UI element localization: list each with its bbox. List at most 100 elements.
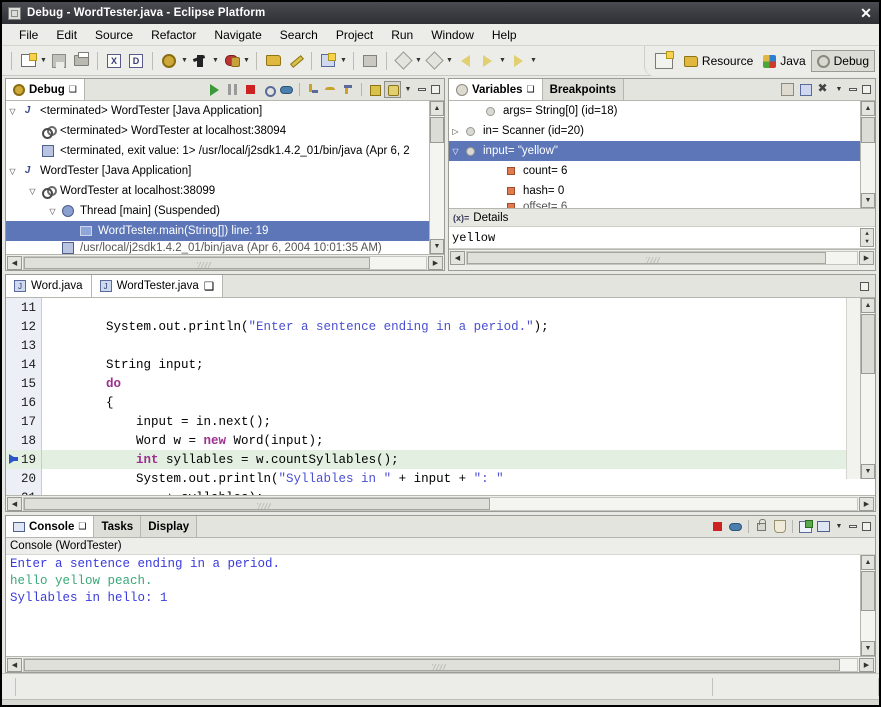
menu-project[interactable]: Project: [327, 26, 382, 44]
scroll-track[interactable]: [430, 116, 444, 239]
console-output[interactable]: Enter a sentence ending in a period. hel…: [6, 555, 875, 656]
tab-debug[interactable]: Debug ❑: [6, 79, 85, 100]
table-row[interactable]: Thread [main] (Suspended): [6, 201, 444, 221]
menu-navigate[interactable]: Navigate: [205, 26, 270, 44]
window-system-icon[interactable]: [8, 6, 21, 20]
scroll-thumb[interactable]: [467, 251, 826, 264]
editor-vertical-scrollbar[interactable]: ▲ ▼: [860, 298, 875, 479]
open-perspective-icon[interactable]: [654, 51, 674, 69]
search-icon[interactable]: [359, 50, 381, 72]
perspective-resource[interactable]: Resource: [679, 50, 758, 72]
table-row[interactable]: <terminated, exit value: 1> /usr/local/j…: [6, 141, 444, 161]
new-java-class-dropdown-icon[interactable]: [339, 50, 348, 72]
menu-search[interactable]: Search: [271, 26, 327, 44]
scroll-track[interactable]: [23, 657, 858, 672]
menu-help[interactable]: Help: [483, 26, 526, 44]
variables-vertical-scrollbar[interactable]: ▲ ▼: [860, 101, 875, 208]
minimize-icon[interactable]: [846, 518, 859, 535]
scroll-down-icon[interactable]: ▼: [861, 464, 875, 479]
chevron-down-icon[interactable]: [449, 147, 462, 156]
step-with-filters-icon[interactable]: [366, 81, 383, 98]
tab-word-java[interactable]: J Word.java: [6, 275, 92, 297]
editor-gutter[interactable]: 11 12 13 14 15 16 17 18 19 20 21 22 23: [6, 298, 42, 495]
perspective-debug[interactable]: Debug: [810, 50, 875, 72]
minimize-icon[interactable]: [415, 81, 428, 98]
scroll-up-icon[interactable]: ▲: [861, 555, 875, 570]
chevron-down-icon[interactable]: [6, 107, 19, 116]
new-document-icon[interactable]: [17, 50, 39, 72]
scroll-up-icon[interactable]: ▲: [430, 101, 444, 116]
new-java-class-icon[interactable]: [317, 50, 339, 72]
scroll-track[interactable]: [23, 496, 858, 511]
collapse-all-icon[interactable]: [815, 81, 832, 98]
maximize-icon[interactable]: [853, 275, 875, 297]
scroll-thumb[interactable]: [861, 314, 875, 374]
menu-edit[interactable]: Edit: [47, 26, 86, 44]
table-row[interactable]: in= Scanner (id=20): [449, 121, 875, 141]
run-external-tools-icon[interactable]: [220, 50, 242, 72]
maximize-icon[interactable]: [429, 81, 442, 98]
editor-horizontal-scrollbar[interactable]: ◀ ▶: [6, 495, 875, 511]
next-annotation-icon[interactable]: [507, 50, 529, 72]
scroll-up-icon[interactable]: ▲: [861, 298, 875, 313]
scroll-thumb[interactable]: [430, 117, 444, 143]
scroll-thumb[interactable]: [861, 117, 875, 143]
tab-display[interactable]: Display: [141, 516, 198, 537]
variables-tree[interactable]: args= String[0] (id=18) in= Scanner (id=…: [449, 101, 875, 208]
open-resource-icon[interactable]: [262, 50, 284, 72]
scroll-lock-icon[interactable]: [753, 518, 770, 535]
display-selected-console-icon[interactable]: [815, 518, 832, 535]
scroll-track[interactable]: [861, 570, 875, 641]
scroll-down-icon[interactable]: ▼: [430, 239, 444, 254]
chevron-right-icon[interactable]: [449, 127, 462, 136]
view-menu-icon[interactable]: ▼: [833, 518, 845, 535]
disconnect-icon[interactable]: [260, 81, 277, 98]
scroll-left-icon[interactable]: ◀: [7, 496, 22, 511]
remove-launch-icon[interactable]: [727, 518, 744, 535]
table-row[interactable]: J <terminated> WordTester [Java Applicat…: [6, 101, 444, 121]
scroll-down-icon[interactable]: ▼: [861, 193, 875, 208]
console-vertical-scrollbar[interactable]: ▲ ▼: [860, 555, 875, 656]
scroll-down-icon[interactable]: ▼: [861, 641, 875, 656]
menu-refactor[interactable]: Refactor: [142, 26, 205, 44]
menu-window[interactable]: Window: [422, 26, 483, 44]
navigate-icon[interactable]: [392, 50, 414, 72]
menu-source[interactable]: Source: [86, 26, 142, 44]
details-horizontal-scrollbar[interactable]: ◀ ▶: [449, 249, 875, 265]
chevron-down-icon[interactable]: [6, 167, 19, 176]
table-row-selected[interactable]: WordTester.main(String[]) line: 19: [6, 221, 444, 241]
debug-dropdown-icon[interactable]: [180, 50, 189, 72]
table-row[interactable]: count= 6: [449, 161, 875, 181]
tab-wordtester-java[interactable]: J WordTester.java ❑: [91, 275, 224, 297]
menu-run[interactable]: Run: [382, 26, 422, 44]
show-type-names-icon[interactable]: [779, 81, 796, 98]
show-logical-structure-icon[interactable]: [797, 81, 814, 98]
clear-console-icon[interactable]: [771, 518, 788, 535]
table-row[interactable]: args= String[0] (id=18): [449, 101, 875, 121]
step-into-icon[interactable]: [304, 81, 321, 98]
scroll-thumb[interactable]: [24, 497, 491, 510]
console-horizontal-scrollbar[interactable]: ◀ ▶: [6, 656, 875, 672]
table-row[interactable]: hash= 0: [449, 181, 875, 201]
code-editor[interactable]: 11 12 13 14 15 16 17 18 19 20 21 22 23: [6, 298, 875, 495]
scroll-up-icon[interactable]: ▲: [861, 101, 875, 116]
scroll-left-icon[interactable]: ◀: [7, 657, 22, 672]
tab-console[interactable]: Console ❑: [6, 516, 95, 537]
perspective-java[interactable]: Java: [758, 50, 810, 72]
resume-icon[interactable]: [206, 81, 223, 98]
forward-icon[interactable]: [454, 50, 476, 72]
previous-annotation-dropdown-icon[interactable]: [498, 50, 507, 72]
print-icon[interactable]: [70, 50, 92, 72]
run-icon[interactable]: [189, 50, 211, 72]
externalize-strings-icon[interactable]: X: [103, 50, 125, 72]
debug-tree[interactable]: J <terminated> WordTester [Java Applicat…: [6, 101, 444, 270]
scroll-right-icon[interactable]: ▶: [859, 657, 874, 672]
new-document-dropdown-icon[interactable]: [39, 50, 48, 72]
details-value[interactable]: yellow ▲ ▼: [449, 227, 875, 249]
table-row-selected[interactable]: input= "yellow": [449, 141, 875, 161]
code-lines[interactable]: System.out.println("Enter a sentence end…: [42, 298, 875, 495]
external-tools-dropdown-icon[interactable]: [242, 50, 251, 72]
debug-tree-vertical-scrollbar[interactable]: ▲ ▼: [429, 101, 444, 254]
scroll-track[interactable]: [861, 313, 875, 464]
scroll-right-icon[interactable]: ▶: [859, 496, 874, 511]
